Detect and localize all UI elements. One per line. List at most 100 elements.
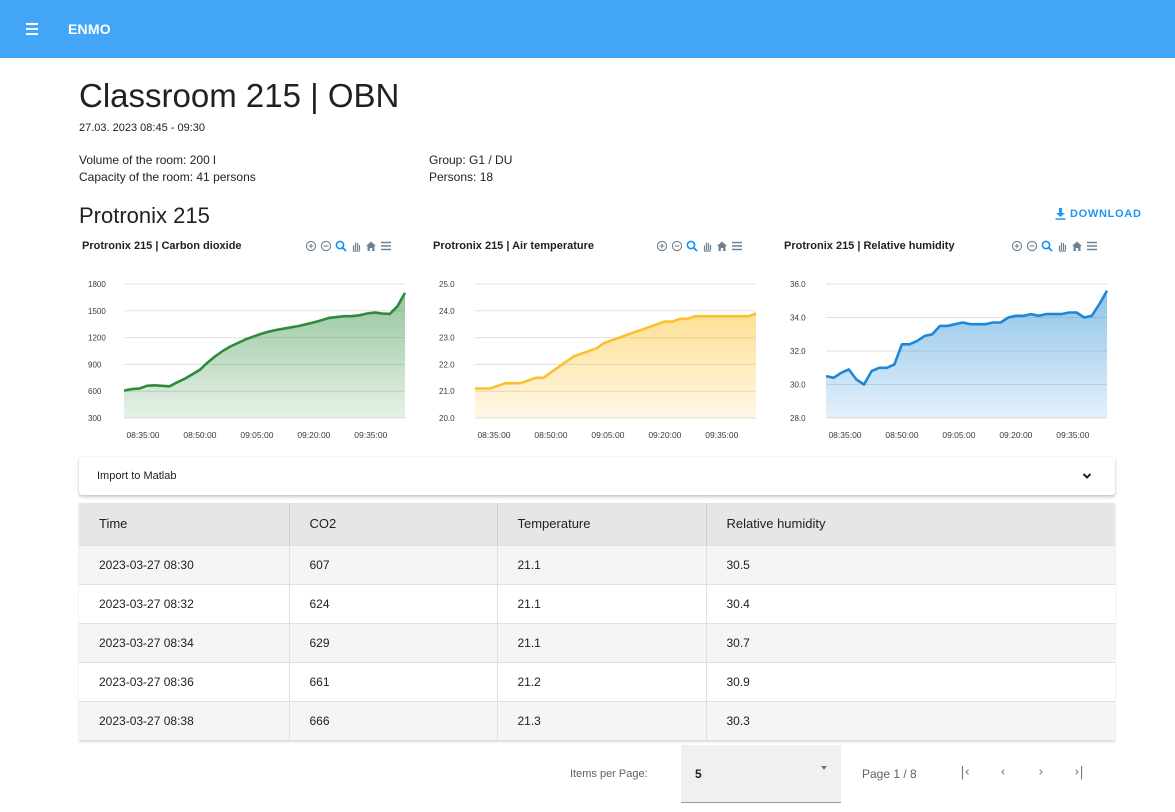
data-table: Time CO2 Temperature Relative humidity 2…: [79, 503, 1115, 741]
x-tick-label: 09:35:00: [1056, 430, 1089, 440]
co2-chart: Protronix 215 | Carbon dioxide 300 600 900 1…: [82, 240, 407, 450]
x-tick-label: 08:35:00: [828, 430, 861, 440]
previous-page-button[interactable]: ‹: [995, 765, 1011, 783]
download-label: DOWNLOAD: [1070, 208, 1142, 220]
x-tick-label: 09:35:00: [354, 430, 387, 440]
column-header-time[interactable]: Time: [79, 503, 290, 545]
persons-count: Persons: 18: [429, 170, 494, 184]
room-volume: Volume of the room: 200 l: [79, 153, 216, 167]
series-area: [124, 292, 405, 418]
y-tick-label: 25.0: [439, 280, 455, 289]
y-tick-label: 34.0: [790, 314, 806, 323]
y-tick-label: 23.0: [439, 334, 455, 343]
y-tick-label: 32.0: [790, 347, 806, 356]
pagination: Items per Page: 5 Page 1 / 8 |‹ ‹ › ›|: [0, 745, 1175, 805]
last-page-button[interactable]: ›|: [1071, 765, 1087, 783]
cell-co2: 666: [289, 700, 498, 741]
cell-humidity: 30.9: [706, 661, 1115, 701]
first-page-button[interactable]: |‹: [957, 765, 973, 783]
table-row: 2023-03-27 08:30 607 21.1 30.5: [79, 544, 1115, 584]
x-tick-label: 09:05:00: [240, 430, 273, 440]
cell-time: 2023-03-27 08:30: [79, 544, 290, 584]
caret-down-icon: [821, 766, 827, 770]
app-bar: ENMO: [0, 0, 1175, 58]
x-tick-label: 09:20:00: [297, 430, 330, 440]
y-tick-label: 21.0: [439, 387, 455, 396]
cell-co2: 629: [289, 622, 498, 662]
table-row: 2023-03-27 08:32 624 21.1 30.4: [79, 583, 1115, 623]
import-to-matlab-panel[interactable]: Import to Matlab: [79, 457, 1115, 495]
y-tick-label: 24.0: [439, 307, 455, 316]
column-header-temperature[interactable]: Temperature: [497, 503, 707, 545]
cell-time: 2023-03-27 08:38: [79, 700, 290, 741]
table-row: 2023-03-27 08:36 661 21.2 30.9: [79, 661, 1115, 701]
cell-co2: 607: [289, 544, 498, 584]
y-tick-label: 36.0: [790, 280, 806, 289]
page-title: Classroom 215 | OBN: [79, 77, 400, 114]
app-title: ENMO: [68, 21, 111, 37]
series-area: [475, 313, 756, 418]
x-tick-label: 08:50:00: [885, 430, 918, 440]
x-tick-label: 09:05:00: [591, 430, 624, 440]
cell-co2: 624: [289, 583, 498, 623]
cell-temperature: 21.2: [497, 661, 707, 701]
humidity-chart: Protronix 215 | Relative humidity 28.0 30.…: [784, 240, 1109, 450]
session-date: 27.03. 2023 08:45 - 09:30: [79, 122, 205, 134]
device-title: Protronix 215: [79, 203, 210, 228]
chart-plot: 20.0 21.0 22.0 23.0 24.0 25.0 08:35:00 08:50:00…: [439, 280, 757, 440]
y-tick-label: 22.0: [439, 360, 455, 369]
room-info: Volume of the room: 200 l Capacity of th…: [79, 152, 256, 186]
cell-humidity: 30.4: [706, 583, 1115, 623]
cell-time: 2023-03-27 08:36: [79, 661, 290, 701]
x-tick-label: 09:20:00: [999, 430, 1032, 440]
cell-humidity: 30.3: [706, 700, 1115, 741]
cell-humidity: 30.7: [706, 622, 1115, 662]
column-header-humidity[interactable]: Relative humidity: [706, 503, 1115, 545]
y-tick-label: 30.0: [790, 381, 806, 390]
page-indicator: Page 1 / 8: [862, 767, 917, 781]
y-tick-label: 28.0: [790, 414, 806, 423]
table-header-row: Time CO2 Temperature Relative humidity: [79, 503, 1115, 545]
y-tick-label: 1500: [88, 307, 106, 316]
x-tick-label: 08:35:00: [126, 430, 159, 440]
y-tick-label: 20.0: [439, 414, 455, 423]
x-tick-label: 08:50:00: [183, 430, 216, 440]
cell-time: 2023-03-27 08:32: [79, 583, 290, 623]
cell-temperature: 21.1: [497, 583, 707, 623]
hamburger-menu-icon[interactable]: [23, 19, 43, 39]
import-to-matlab-label: Import to Matlab: [97, 470, 177, 482]
x-tick-label: 09:20:00: [648, 430, 681, 440]
cell-temperature: 21.1: [497, 544, 707, 584]
room-capacity: Capacity of the room: 41 persons: [79, 170, 256, 184]
chart-plot: 28.0 30.0 32.0 34.0 36.0 08:35:00 08:50:00 09:0…: [790, 280, 1109, 440]
y-tick-label: 300: [88, 414, 102, 423]
cell-time: 2023-03-27 08:34: [79, 622, 290, 662]
x-tick-label: 08:35:00: [477, 430, 510, 440]
next-page-button[interactable]: ›: [1033, 765, 1049, 783]
cell-co2: 661: [289, 661, 498, 701]
column-header-co2[interactable]: CO2: [289, 503, 498, 545]
x-tick-label: 09:05:00: [942, 430, 975, 440]
series-area: [826, 290, 1107, 418]
items-per-page-select[interactable]: 5: [681, 745, 841, 803]
y-tick-label: 1200: [88, 334, 106, 343]
temperature-chart: Protronix 215 | Air temperature 20.0 21.0 2…: [433, 240, 758, 450]
chevron-down-icon[interactable]: [1081, 470, 1093, 482]
x-tick-label: 09:35:00: [705, 430, 738, 440]
items-per-page-label: Items per Page:: [570, 768, 648, 780]
table-row: 2023-03-27 08:38 666 21.3 30.3: [79, 700, 1115, 741]
cell-temperature: 21.1: [497, 622, 707, 662]
items-per-page-value: 5: [695, 767, 702, 781]
chart-plot: 300 600 900 1200 1500 1800 08:35:00 08:50:00 09:…: [88, 280, 407, 440]
group-label: Group: G1 / DU: [429, 153, 513, 167]
cell-temperature: 21.3: [497, 700, 707, 741]
table-row: 2023-03-27 08:34 629 21.1 30.7: [79, 622, 1115, 662]
download-icon: [1055, 208, 1066, 220]
cell-humidity: 30.5: [706, 544, 1115, 584]
group-info: Group: G1 / DU Persons: 18: [429, 152, 512, 186]
y-tick-label: 1800: [88, 280, 106, 289]
y-tick-label: 900: [88, 360, 102, 369]
y-tick-label: 600: [88, 387, 102, 396]
download-button[interactable]: DOWNLOAD: [1055, 208, 1142, 220]
x-tick-label: 08:50:00: [534, 430, 567, 440]
